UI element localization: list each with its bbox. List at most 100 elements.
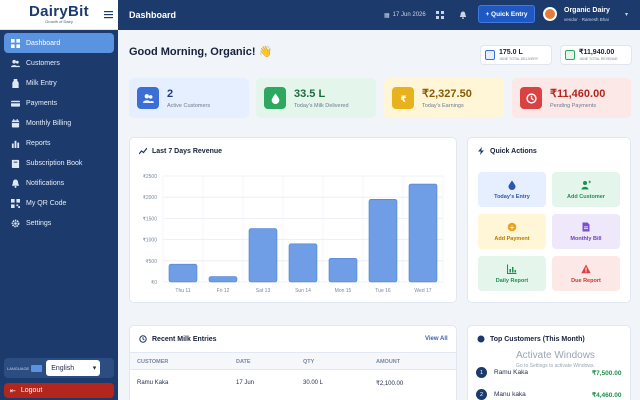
bar-sat-13[interactable] <box>248 228 278 283</box>
sidebar-item-settings[interactable]: Settings <box>4 213 114 233</box>
quick-entry-button[interactable]: + Quick Entry <box>478 5 535 23</box>
column-header-customer[interactable]: CUSTOMER <box>137 359 168 365</box>
y-tick-label: ₹500 <box>145 259 157 265</box>
activate-windows-watermark: Activate Windows Go to Settings to activ… <box>516 350 595 369</box>
y-tick-label: ₹2500 <box>143 174 158 180</box>
app-logo[interactable]: DairyBit Growth of Dairy <box>0 0 118 30</box>
sidebar-item-subscription-book[interactable]: Subscription Book <box>4 153 114 173</box>
reports-icon <box>10 138 20 148</box>
todays-entry-button[interactable]: Today's Entry <box>478 172 546 207</box>
qr-icon <box>10 198 20 208</box>
gear-icon <box>10 218 20 228</box>
sidebar-item-reports[interactable]: Reports <box>4 133 114 153</box>
avatar[interactable] <box>543 7 557 21</box>
stat-card-pending-payments[interactable]: ₹11,460.00 Pending Payments <box>512 78 631 118</box>
quick-actions-panel: Quick Actions Today's Entry Add Customer… <box>467 137 631 303</box>
table-row[interactable] <box>130 372 456 394</box>
customer-name[interactable]: Manu kaka <box>494 391 526 398</box>
x-tick-label: Mon 15 <box>335 288 352 294</box>
sidebar-item-label: My QR Code <box>26 199 67 207</box>
monthly-bill-button[interactable]: Monthly Bill <box>552 214 620 249</box>
drop-icon <box>508 180 516 190</box>
sidebar-nav: Dashboard Customers Milk Entry Payments … <box>0 30 118 233</box>
stat-value: 2 <box>167 87 174 100</box>
y-tick-label: ₹2000 <box>143 195 158 201</box>
revenue-bar-chart: ₹2500 ₹2000 ₹1500 ₹1000 ₹500 ₹0 Thu 11 Fri 12 Sa… <box>143 174 444 294</box>
rank-badge: 1 <box>476 367 487 378</box>
date-text: 17 Jun 2026 <box>392 12 426 18</box>
bell-icon[interactable] <box>459 11 467 19</box>
sidebar-item-customers[interactable]: Customers <box>4 53 114 73</box>
language-label: LANGUAGE <box>7 365 30 371</box>
watermark-subtitle: Go to Settings to activate Windows. <box>516 363 595 369</box>
quick-actions-header: Quick Actions <box>477 147 537 155</box>
svg-text:₹: ₹ <box>400 94 406 103</box>
x-tick-label: Sun 14 <box>295 288 311 294</box>
x-tick-label: Sat 13 <box>256 288 271 294</box>
logo-tagline: Growth of Dairy <box>45 19 73 24</box>
stat-card-milk-delivered[interactable]: 33.5 L Today's Milk Delivered <box>256 78 376 118</box>
user-name[interactable]: Organic Dairy <box>564 7 610 14</box>
quick-action-label: Monthly Bill <box>570 235 602 242</box>
user-role: vendor · Ramesh Bhai <box>564 17 609 22</box>
grid-apps-icon[interactable] <box>436 11 444 19</box>
revenue-chart-panel: Last 7 Days Revenue ₹2500 ₹2000 ₹1500 ₹1000… <box>129 137 457 303</box>
sidebar-item-qr-code[interactable]: My QR Code <box>4 193 114 213</box>
sidebar-item-milk-entry[interactable]: Milk Entry <box>4 73 114 93</box>
sidebar-item-payments[interactable]: Payments <box>4 93 114 113</box>
due-report-button[interactable]: Due Report <box>552 256 620 291</box>
bar-wed-17[interactable] <box>408 183 438 283</box>
sidebar-item-label: Notifications <box>26 179 65 187</box>
quick-actions-title: Quick Actions <box>490 147 537 155</box>
add-customer-button[interactable]: Add Customer <box>552 172 620 207</box>
daily-report-button[interactable]: Daily Report <box>478 256 546 291</box>
bar-sun-14[interactable] <box>288 243 318 283</box>
logout-icon: ⇤ <box>10 387 16 395</box>
sidebar-item-label: Monthly Billing <box>26 119 72 127</box>
mini-stat-label: JUNE TOTAL REVENUE <box>579 56 618 61</box>
billing-icon <box>10 118 20 128</box>
hamburger-menu-icon[interactable] <box>104 10 113 19</box>
customer-name[interactable]: Ramu Kaka <box>494 369 528 376</box>
y-tick-label: ₹0 <box>151 280 157 286</box>
logout-button[interactable]: ⇤ Logout <box>4 383 114 398</box>
dashboard-icon <box>10 38 20 48</box>
recent-entries-header: Recent Milk Entries <box>139 335 217 343</box>
sidebar-item-notifications[interactable]: Notifications <box>4 173 114 193</box>
stat-card-earnings[interactable]: ₹ ₹2,327.50 Today's Earnings <box>384 78 504 118</box>
language-dropdown[interactable]: English ▾ <box>46 360 101 376</box>
document-icon <box>582 222 590 231</box>
sidebar-item-monthly-billing[interactable]: Monthly Billing <box>4 113 114 133</box>
view-all-link[interactable]: View All <box>425 336 448 342</box>
quick-action-label: Add Payment <box>494 235 530 242</box>
column-header-date[interactable]: DATE <box>236 359 251 365</box>
bar-fri-12[interactable] <box>208 276 238 283</box>
sidebar-item-label: Settings <box>26 219 52 227</box>
chevron-down-icon: ▾ <box>92 365 97 372</box>
sidebar-item-label: Reports <box>26 139 51 147</box>
payment-icon <box>10 98 20 108</box>
column-header-amount[interactable]: AMOUNT <box>376 359 400 365</box>
users-icon <box>137 87 159 109</box>
column-header-qty[interactable]: QTY <box>303 359 314 365</box>
mini-stat-label: JUNE TOTAL DELIVERY <box>499 56 539 61</box>
translate-icon <box>31 364 43 372</box>
table-header-row <box>130 352 456 370</box>
chevron-down-icon[interactable]: ▾ <box>625 11 628 18</box>
stat-card-active-customers[interactable]: 2 Active Customers <box>129 78 249 118</box>
bar-thu-11[interactable] <box>168 263 198 283</box>
add-payment-button[interactable]: + Add Payment <box>478 214 546 249</box>
sidebar-item-dashboard[interactable]: Dashboard <box>4 33 114 53</box>
bar-tue-16[interactable] <box>368 199 398 283</box>
bar-mon-15[interactable] <box>328 257 358 283</box>
star-icon <box>477 335 485 343</box>
stat-value: ₹2,327.50 <box>422 87 472 100</box>
mini-stat-value: 175.0 L <box>499 48 523 56</box>
logo-text: DairyBit <box>29 3 89 20</box>
x-tick-label: Fri 12 <box>217 288 230 294</box>
rupee-icon: ₹ <box>392 87 414 109</box>
svg-text:+: + <box>509 224 514 231</box>
x-tick-label: Tue 16 <box>375 288 391 294</box>
june-revenue-stat: ₹11,940.00 JUNE TOTAL REVENUE <box>560 45 632 65</box>
calendar-icon: ▦ <box>384 12 390 19</box>
